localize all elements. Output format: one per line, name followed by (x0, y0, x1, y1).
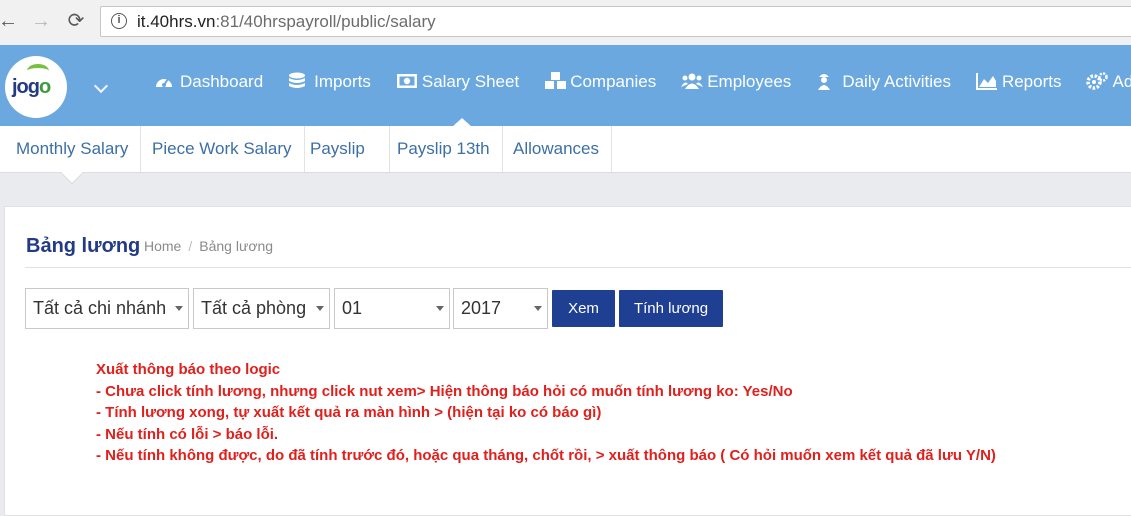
info-icon[interactable]: i (111, 13, 127, 29)
chevron-down-icon (534, 306, 542, 311)
money-icon (396, 72, 417, 90)
subnav-pointer (61, 172, 83, 183)
chevron-down-icon (175, 306, 183, 311)
nav-admin[interactable]: Adm (1086, 72, 1131, 92)
content-panel: Bảng lương Home / Bảng lương Tất cả chi nh… (4, 206, 1131, 516)
nav-daily-activities[interactable]: Daily Activities (816, 72, 951, 92)
month-select[interactable]: 01 (334, 288, 450, 329)
sub-nav: Monthly Salary Piece Work Salary Payslip… (0, 126, 1131, 173)
branch-select[interactable]: Tất cả chi nhánh (25, 288, 189, 329)
breadcrumb: Home / Bảng lương (144, 238, 273, 254)
nav-dashboard[interactable]: Dashboard (154, 72, 263, 92)
department-select[interactable]: Tất cả phòng (193, 288, 330, 329)
year-select-value: 2017 (461, 298, 502, 318)
nav-label: Salary Sheet (421, 72, 520, 91)
chevron-down-icon (436, 306, 444, 311)
app-header: jogo Dashboard Imports Salary Sheet Comp… (0, 45, 1131, 126)
nav-companies[interactable]: Companies (544, 72, 656, 92)
tab-monthly-salary[interactable]: Monthly Salary (4, 126, 142, 172)
logic-notes: Xuất thông báo theo logic - Chưa click t… (96, 359, 996, 467)
forward-icon[interactable]: → (29, 9, 53, 33)
divider (25, 267, 1131, 268)
chevron-down-icon[interactable] (93, 78, 109, 94)
year-select[interactable]: 2017 (453, 288, 548, 329)
chevron-down-icon (316, 306, 324, 311)
nav-label: Daily Activities (842, 72, 951, 91)
url-text[interactable]: it.40hrs.vn:81/40hrspayroll/public/salar… (137, 12, 436, 32)
tab-payslip[interactable]: Payslip (298, 126, 390, 172)
browser-toolbar: ← → ⟳ i it.40hrs.vn:81/40hrspayroll/publ… (0, 0, 1131, 46)
nav-employees[interactable]: Employees (681, 72, 791, 92)
main-nav: Dashboard Imports Salary Sheet Companies… (154, 72, 1131, 92)
calculate-salary-button[interactable]: Tính lương (619, 290, 723, 327)
note-line: - Nếu tính có lỗi > báo lỗi. (96, 425, 279, 443)
url-path: :81/40hrspayroll/public/salary (215, 12, 436, 31)
users-icon (681, 72, 704, 90)
nav-imports[interactable]: Imports (288, 72, 371, 92)
nav-label: Employees (707, 72, 792, 91)
dashboard-icon (154, 72, 174, 90)
tab-piece-work-salary[interactable]: Piece Work Salary (140, 126, 305, 172)
nav-label: Companies (570, 72, 657, 91)
view-button[interactable]: Xem (552, 290, 615, 327)
nav-reports[interactable]: Reports (975, 72, 1062, 92)
url-host: it.40hrs.vn (137, 12, 216, 31)
cogs-icon (1086, 72, 1109, 90)
logo[interactable]: jogo (5, 56, 67, 118)
cubes-icon (544, 72, 567, 90)
database-icon (288, 72, 308, 90)
page-title: Bảng lương (26, 235, 141, 257)
area-chart-icon (975, 72, 997, 90)
tab-payslip-13th[interactable]: Payslip 13th (385, 126, 503, 172)
department-select-value: Tất cả phòng (201, 298, 307, 318)
logo-text: jogo (12, 76, 51, 99)
note-line: Xuất thông báo theo logic (96, 361, 281, 378)
breadcrumb-home[interactable]: Home (144, 238, 181, 254)
nav-salary-sheet[interactable]: Salary Sheet (396, 72, 519, 92)
nav-label: Adm (1112, 72, 1131, 91)
logo-text-a: jog (12, 76, 40, 98)
nav-label: Dashboard (180, 72, 264, 91)
breadcrumb-separator: / (188, 238, 193, 254)
worker-icon (816, 72, 836, 90)
logo-text-b: o (39, 76, 51, 98)
nav-label: Reports (1001, 72, 1062, 91)
address-bar[interactable]: i it.40hrs.vn:81/40hrspayroll/public/sal… (100, 6, 1131, 37)
breadcrumb-current: Bảng lương (199, 238, 274, 254)
reload-icon[interactable]: ⟳ (64, 9, 88, 33)
note-line: - Nếu tính không được, do đã tính trước … (96, 447, 996, 464)
nav-label: Imports (314, 72, 371, 91)
month-select-value: 01 (342, 298, 363, 318)
tab-allowances[interactable]: Allowances (501, 126, 612, 172)
branch-select-value: Tất cả chi nhánh (33, 298, 167, 318)
note-line: - Tính lương xong, tự xuất kết quả ra mà… (96, 404, 602, 421)
note-line: - Chưa click tính lương, nhưng click nut… (96, 382, 793, 400)
back-icon[interactable]: ← (0, 9, 20, 33)
